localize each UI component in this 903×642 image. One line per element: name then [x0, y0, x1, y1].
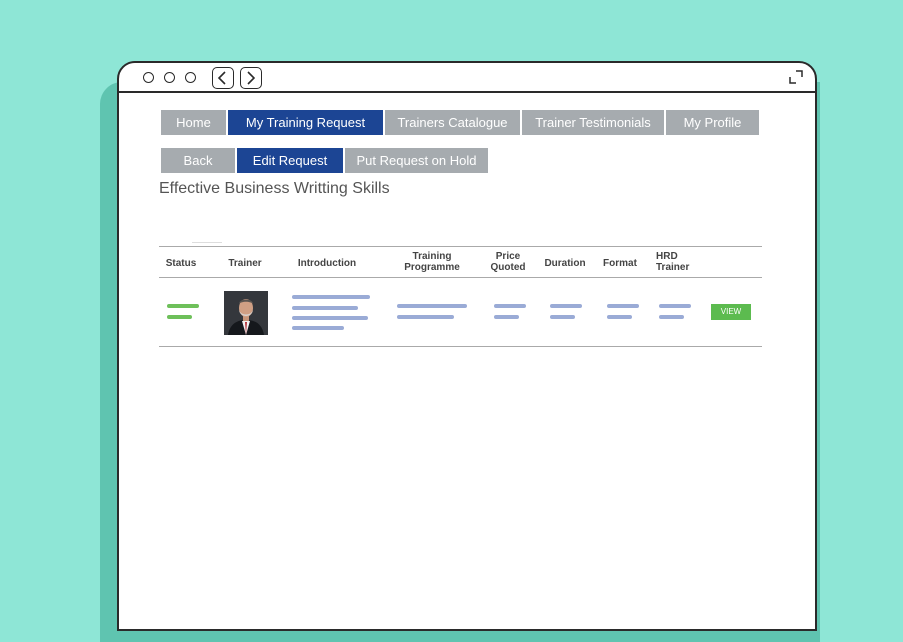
table-top-border	[159, 246, 762, 247]
column-header-introduction: Introduction	[297, 258, 357, 269]
price-quoted-placeholder	[494, 304, 526, 308]
hrd-trainer-placeholder	[659, 315, 684, 319]
back-button[interactable]: Back	[161, 148, 235, 173]
format-placeholder	[607, 304, 639, 308]
duration-placeholder	[550, 315, 575, 319]
column-header-price-quoted: Price Quoted	[490, 251, 526, 273]
training-programme-placeholder	[397, 315, 454, 319]
table-bottom-border	[159, 346, 762, 347]
browser-titlebar	[119, 63, 815, 93]
status-placeholder	[167, 315, 192, 319]
table-header-border	[159, 277, 762, 278]
format-placeholder	[607, 315, 632, 319]
window-dot-icon[interactable]	[164, 72, 175, 83]
page-title: Effective Business Writting Skills	[159, 180, 390, 197]
introduction-placeholder	[292, 295, 370, 299]
tab-trainers-catalogue[interactable]: Trainers Catalogue	[385, 110, 520, 135]
tab-my-profile[interactable]: My Profile	[666, 110, 759, 135]
trainer-avatar	[224, 291, 268, 335]
divider	[192, 242, 222, 243]
column-header-status: Status	[165, 258, 197, 269]
window-dot-icon[interactable]	[143, 72, 154, 83]
column-header-hrd-trainer: HRD Trainer	[656, 251, 690, 273]
tab-my-training-request[interactable]: My Training Request	[228, 110, 383, 135]
tab-trainer-testimonials[interactable]: Trainer Testimonials	[522, 110, 664, 135]
view-button[interactable]: VIEW	[711, 304, 751, 320]
edit-request-button[interactable]: Edit Request	[237, 148, 343, 173]
hrd-trainer-placeholder	[659, 304, 691, 308]
training-programme-placeholder	[397, 304, 467, 308]
put-request-on-hold-button[interactable]: Put Request on Hold	[345, 148, 488, 173]
column-header-trainer: Trainer	[228, 258, 262, 269]
expand-icon[interactable]	[789, 70, 803, 84]
status-placeholder	[167, 304, 199, 308]
duration-placeholder	[550, 304, 582, 308]
window-dot-icon[interactable]	[185, 72, 196, 83]
column-header-format: Format	[603, 258, 637, 269]
column-header-training-programme: Training Programme	[404, 251, 460, 273]
price-quoted-placeholder	[494, 315, 519, 319]
browser-window: Home My Training Request Trainers Catalo…	[117, 61, 817, 631]
introduction-placeholder	[292, 316, 368, 320]
back-arrow-icon[interactable]	[212, 67, 234, 89]
column-header-duration: Duration	[544, 258, 586, 269]
introduction-placeholder	[292, 326, 344, 330]
introduction-placeholder	[292, 306, 358, 310]
tab-home[interactable]: Home	[161, 110, 226, 135]
forward-arrow-icon[interactable]	[240, 67, 262, 89]
